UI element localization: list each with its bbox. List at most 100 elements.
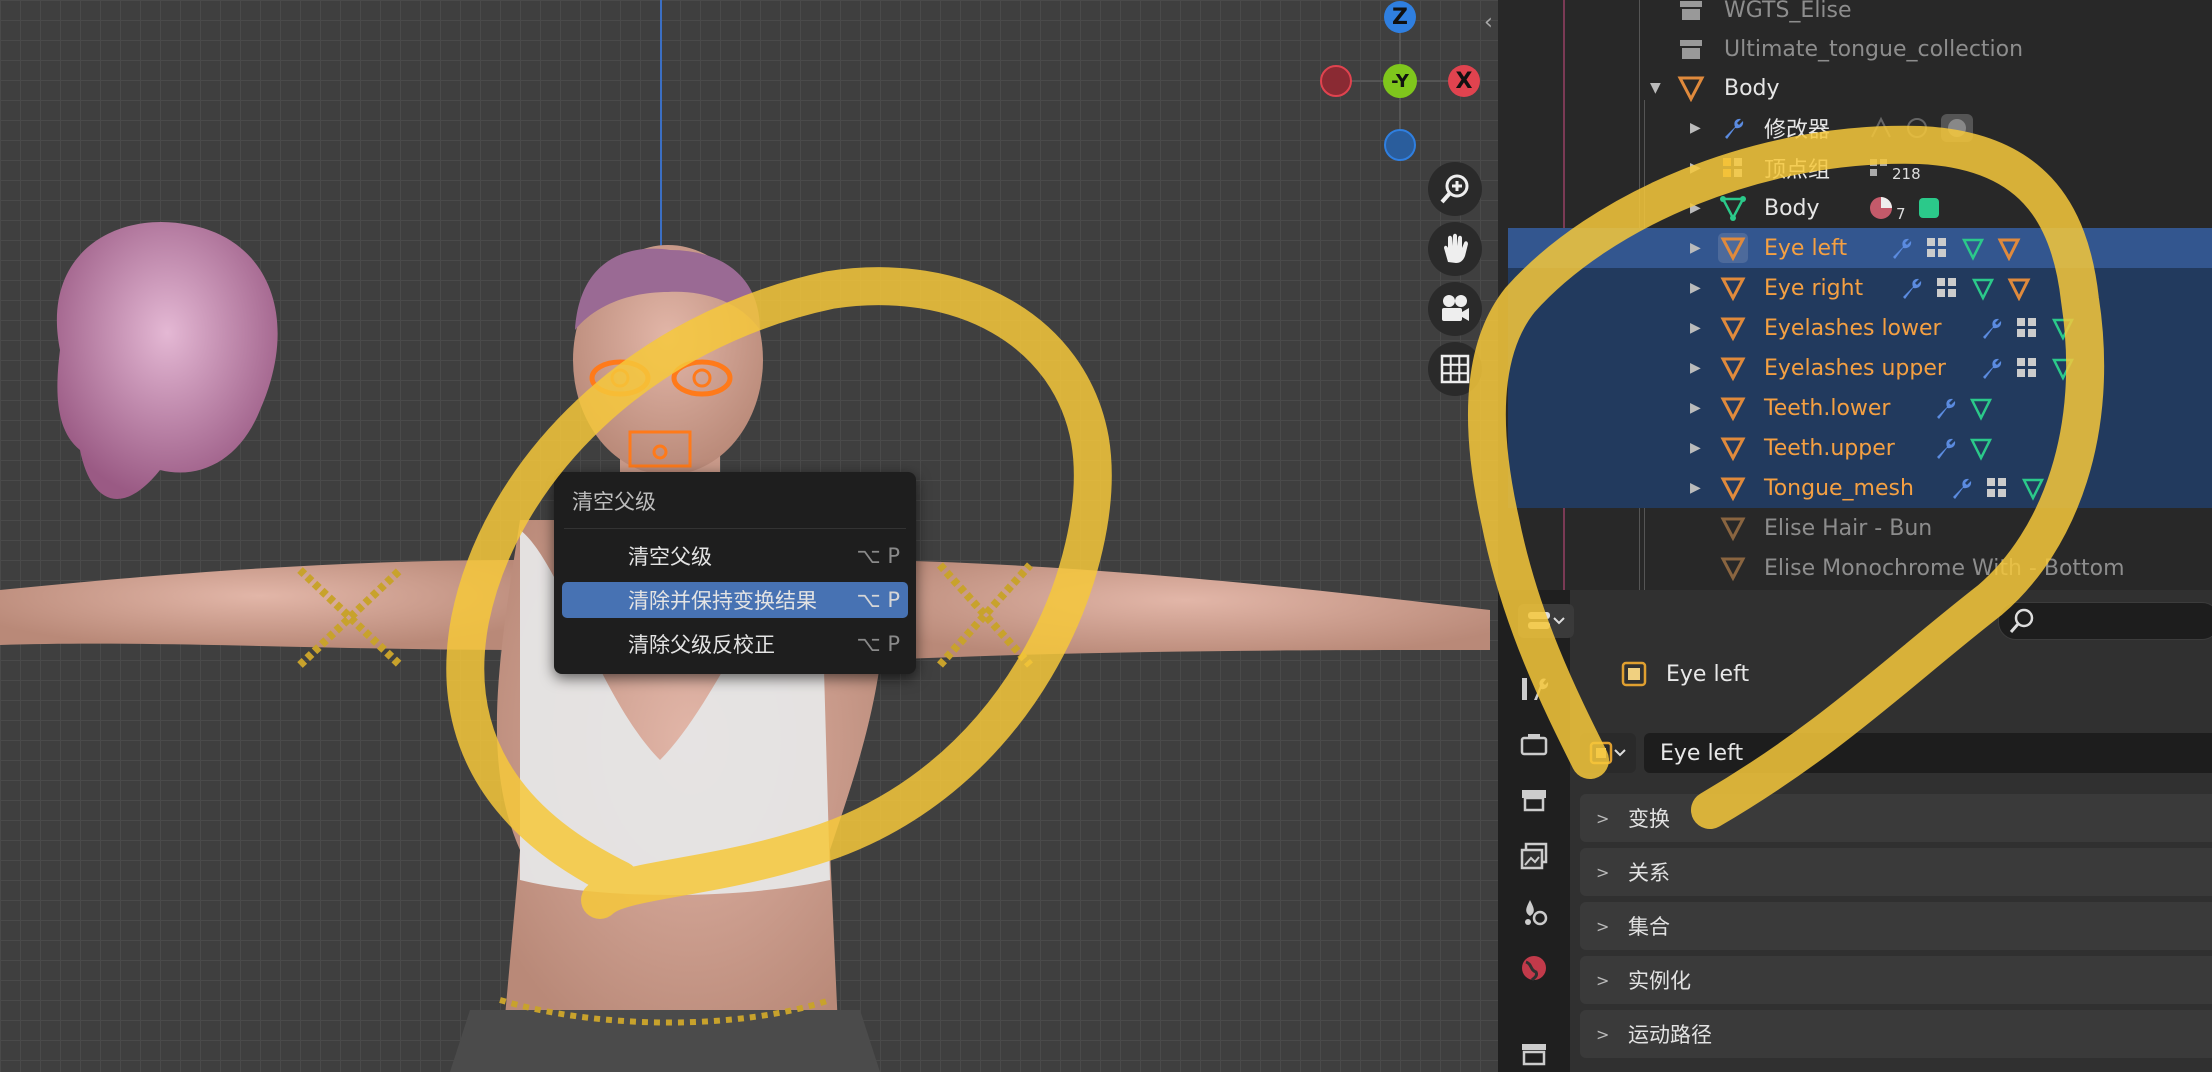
expand-toggle-icon[interactable]: ▶ (1690, 200, 1701, 216)
panel-collections[interactable]: > 集合 (1580, 902, 2212, 950)
mesh-object-icon (1718, 513, 1748, 543)
mesh-object-icon (1718, 273, 1748, 303)
expand-toggle-icon[interactable]: ▼ (1650, 80, 1661, 96)
count-badge: 7 (1896, 205, 1906, 223)
grid-icon[interactable] (1428, 342, 1482, 396)
gizmo-neg-x-axis[interactable] (1320, 65, 1352, 97)
row-extras (1948, 475, 2046, 501)
view-layer-tab-icon[interactable] (1516, 838, 1552, 874)
mesh-object-icon (1718, 473, 1748, 503)
outliner-row-name: WGTS_Elise (1724, 0, 1852, 23)
3d-viewport[interactable]: Z -Y X ‹ 清空父级 清空父级 ⌥ P 清除并保持变换结果 ⌥ P 清除父… (0, 0, 1498, 1072)
outliner-row-eyelashes-lower[interactable]: ▶ Eyelashes lower (1508, 308, 2212, 348)
object-title: Eye left (1666, 661, 1750, 687)
menu-title: 清空父级 (572, 490, 656, 514)
outliner-row-elise-hair-bun[interactable]: Elise Hair - Bun (1508, 508, 2212, 548)
panel-relations[interactable]: > 关系 (1580, 848, 2212, 896)
wrench-icon (1718, 113, 1748, 143)
outliner-row-eye-left[interactable]: ▶ Eye left (1508, 228, 2212, 268)
editor-type-dropdown[interactable] (1518, 604, 1574, 638)
mesh-object-icon (1718, 553, 1748, 583)
outliner-row-eye-right[interactable]: ▶ Eye right (1508, 268, 2212, 308)
expand-toggle-icon[interactable]: ▶ (1690, 480, 1701, 496)
wrench-icon (1983, 358, 2002, 379)
outliner-row-name: Eyelashes upper (1764, 355, 1946, 381)
outliner-row-tongue-mesh[interactable]: ▶ Tongue_mesh (1508, 468, 2212, 508)
hand-pan-icon[interactable] (1428, 222, 1482, 276)
outliner-row-name: 顶点组 (1764, 158, 1831, 183)
shapekey-icon (1918, 198, 1939, 218)
collection-icon (1676, 0, 1706, 25)
outliner-row-modifiers[interactable]: ▶ 修改器 (1508, 108, 2212, 148)
expand-toggle-icon[interactable]: ▶ (1690, 160, 1701, 176)
outliner-row-name: Body (1724, 75, 1780, 101)
expand-toggle-icon[interactable]: ▶ (1690, 440, 1701, 456)
outliner-row-body[interactable]: ▼ Body (1508, 68, 2212, 108)
collection-icon (1676, 34, 1706, 64)
wrench-icon (1893, 238, 1912, 259)
expand-toggle-icon[interactable]: ▶ (1690, 280, 1701, 296)
wrench-icon (1937, 438, 1956, 459)
circle-outline-icon (1907, 118, 1927, 138)
gizmo-x-axis[interactable]: X (1448, 65, 1480, 97)
vertex-group-icon (2017, 318, 2036, 337)
expand-toggle-icon[interactable]: ▶ (1690, 120, 1701, 136)
camera-icon[interactable] (1428, 282, 1482, 336)
object-icon (1621, 661, 1647, 687)
render-tab-icon[interactable] (1516, 726, 1552, 762)
outliner-row-name: Elise Monochrome With - Bottom (1764, 555, 2125, 581)
object-name-field[interactable]: Eye left (1644, 733, 2212, 773)
tool-tab-icon[interactable] (1516, 670, 1552, 706)
outliner-row-name: Eye right (1764, 275, 1864, 301)
panel-instancing[interactable]: > 实例化 (1580, 956, 2212, 1004)
menu-item-clear-parent-inverse[interactable]: 清除父级反校正 ⌥ P (562, 626, 908, 662)
collection-tab-icon[interactable] (1516, 1036, 1552, 1072)
scene-tab-icon[interactable] (1516, 894, 1552, 930)
expand-toggle-icon[interactable]: ▶ (1690, 320, 1701, 336)
object-picker-button[interactable] (1580, 733, 1636, 773)
row-extras (1978, 315, 2076, 341)
object-header: Eye left (1620, 660, 1749, 688)
row-extras: 7 (1868, 193, 1942, 223)
panel-label: 变换 (1628, 807, 1670, 831)
outliner-row-name: Teeth.lower (1764, 395, 1891, 421)
properties-search-input[interactable] (1998, 602, 2212, 640)
outliner-row-teeth-upper[interactable]: ▶ Teeth.upper (1508, 428, 2212, 468)
world-tab-icon[interactable] (1516, 950, 1552, 986)
outliner-row-vertex-groups[interactable]: ▶ 顶点组 218 (1508, 148, 2212, 188)
mesh-object-icon (1676, 73, 1706, 103)
outliner-row[interactable]: WGTS_Elise (1508, 0, 2212, 30)
expand-toggle-icon[interactable]: ▶ (1690, 360, 1701, 376)
outliner-row[interactable]: Ultimate_tongue_collection (1508, 29, 2212, 69)
gizmo-z-axis[interactable]: Z (1384, 1, 1416, 33)
zoom-icon[interactable] (1428, 162, 1482, 216)
output-tab-icon[interactable] (1516, 782, 1552, 818)
menu-item-clear-parent[interactable]: 清空父级 ⌥ P (562, 538, 908, 574)
mesh-object-icon (1718, 353, 1748, 383)
skirt (450, 1010, 880, 1072)
outliner-row-teeth-lower[interactable]: ▶ Teeth.lower (1508, 388, 2212, 428)
outliner-row-eyelashes-upper[interactable]: ▶ Eyelashes upper (1508, 348, 2212, 388)
chevron-left-icon[interactable]: ‹ (1484, 10, 1493, 35)
clear-parent-menu: 清空父级 清空父级 ⌥ P 清除并保持变换结果 ⌥ P 清除父级反校正 ⌥ P (554, 472, 916, 674)
mesh-object-icon (2007, 278, 2031, 301)
gizmo-neg-z-axis[interactable] (1384, 129, 1416, 161)
panel-motion-paths[interactable]: > 运动路径 (1580, 1010, 2212, 1058)
mesh-data-icon (1718, 193, 1748, 223)
menu-item-clear-keep-transform[interactable]: 清除并保持变换结果 ⌥ P (562, 582, 908, 618)
outliner-row-name: Eyelashes lower (1764, 315, 1942, 341)
expand-toggle-icon[interactable]: ▶ (1690, 240, 1701, 256)
outliner-row-name: Ultimate_tongue_collection (1724, 36, 2024, 62)
menu-item-label: 清空父级 (628, 545, 712, 569)
panel-transform[interactable]: > 变换 (1580, 794, 2212, 842)
gizmo-neg-y-axis[interactable]: -Y (1383, 64, 1417, 98)
mesh-data-icon (2051, 318, 2075, 341)
outliner-row-name: Eye left (1764, 235, 1848, 261)
menu-item-shortcut: ⌥ P (856, 544, 900, 568)
expand-toggle-icon[interactable]: ▶ (1690, 400, 1701, 416)
wrench-icon (1937, 398, 1956, 419)
outliner-row-elise-monochrome[interactable]: Elise Monochrome With - Bottom (1508, 548, 2212, 588)
panel-label: 运动路径 (1628, 1023, 1712, 1047)
outliner-row-mesh-data[interactable]: ▶ Body 7 (1508, 188, 2212, 228)
outliner-row-name: Body (1764, 195, 1820, 221)
